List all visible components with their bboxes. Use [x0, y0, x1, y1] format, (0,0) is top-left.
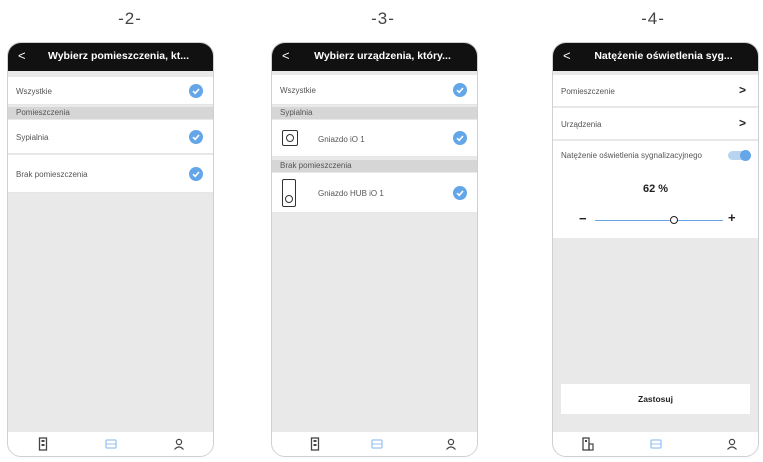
profile-tab-icon[interactable]	[444, 437, 458, 451]
scenes-tab-icon[interactable]	[370, 437, 384, 451]
step-label-2: -2-	[118, 9, 142, 28]
list-item-device-hub[interactable]: Gniazdo HUB iO 1	[272, 173, 477, 213]
list-item-label: Urządzenia	[561, 120, 602, 129]
list-item-label: Sypialnia	[16, 133, 49, 142]
list-item-all[interactable]: Wszystkie	[272, 75, 477, 105]
socket-device-icon	[282, 130, 298, 146]
chevron-right-icon: >	[738, 116, 746, 130]
phone-screen-2: < Wybierz pomieszczenia, kt... Wszystkie…	[7, 42, 214, 457]
scenes-tab-icon[interactable]	[649, 437, 663, 451]
list-item-label: Wszystkie	[280, 86, 316, 95]
check-circle-icon[interactable]	[189, 130, 203, 144]
section-label: Sypialnia	[280, 108, 313, 117]
list-item-no-room[interactable]: Brak pomieszczenia	[8, 155, 213, 193]
back-chevron-icon[interactable]: <	[282, 48, 294, 63]
list-item-label: Gniazdo HUB iO 1	[318, 189, 384, 198]
brightness-value: 62 %	[642, 183, 669, 195]
apply-button[interactable]: Zastosuj	[561, 384, 750, 414]
signal-light-toggle[interactable]	[728, 150, 751, 161]
chevron-right-icon: >	[738, 83, 746, 97]
devices-tab-icon[interactable]	[36, 437, 50, 451]
list-item-label: Brak pomieszczenia	[16, 170, 88, 179]
list-item-room[interactable]: Pomieszczenie >	[553, 75, 758, 107]
check-circle-icon[interactable]	[453, 131, 467, 145]
step-label-4: -4-	[641, 9, 665, 28]
check-circle-icon[interactable]	[453, 83, 467, 97]
tab-bar	[272, 432, 477, 456]
devices-tab-icon[interactable]	[308, 437, 322, 451]
list-item-bedroom[interactable]: Sypialnia	[8, 120, 213, 154]
phone-screen-4: < Natężenie oświetlenia syg... Pomieszcz…	[552, 42, 759, 457]
section-header-rooms: Pomieszczenia	[8, 107, 213, 119]
list-item-all[interactable]: Wszystkie	[8, 77, 213, 105]
profile-tab-icon[interactable]	[725, 437, 739, 451]
check-circle-icon[interactable]	[189, 84, 203, 98]
hub-socket-device-icon	[282, 179, 296, 207]
brightness-slider-track[interactable]	[595, 220, 723, 221]
section-header-bedroom: Sypialnia	[272, 107, 477, 119]
list-item-label: Pomieszczenie	[561, 87, 615, 96]
header-bar: < Wybierz pomieszczenia, kt...	[8, 43, 213, 71]
devices-tab-icon[interactable]	[581, 437, 595, 451]
scenes-tab-icon[interactable]	[104, 437, 118, 451]
list-item-label: Wszystkie	[16, 87, 52, 96]
decrease-button[interactable]: −	[579, 211, 587, 226]
section-label: Pomieszczenia	[16, 108, 70, 117]
page-title: Natężenie oświetlenia syg...	[594, 50, 733, 62]
signal-light-label: Natężenie oświetlenia sygnalizacyjnego	[561, 151, 702, 160]
list-item-label: Gniazdo iO 1	[318, 135, 365, 144]
tab-bar	[553, 432, 758, 456]
tab-bar	[8, 432, 213, 456]
back-chevron-icon[interactable]: <	[18, 48, 30, 63]
list-item-device-socket[interactable]: Gniazdo iO 1	[272, 120, 477, 157]
increase-button[interactable]: +	[728, 210, 736, 225]
step-label-3: -3-	[371, 9, 395, 28]
brightness-panel: Natężenie oświetlenia sygnalizacyjnego 6…	[553, 141, 758, 238]
section-label: Brak pomieszczenia	[280, 161, 352, 170]
page-title: Wybierz urządzenia, który...	[314, 50, 451, 62]
profile-tab-icon[interactable]	[172, 437, 186, 451]
check-circle-icon[interactable]	[189, 167, 203, 181]
header-bar: < Wybierz urządzenia, który...	[272, 43, 477, 71]
back-chevron-icon[interactable]: <	[563, 48, 575, 63]
phone-screen-3: < Wybierz urządzenia, który... Wszystkie…	[271, 42, 478, 457]
header-bar: < Natężenie oświetlenia syg...	[553, 43, 758, 71]
section-header-no-room: Brak pomieszczenia	[272, 160, 477, 172]
list-item-devices[interactable]: Urządzenia >	[553, 108, 758, 140]
brightness-slider-knob[interactable]	[670, 216, 679, 224]
check-circle-icon[interactable]	[453, 186, 467, 200]
page-title: Wybierz pomieszczenia, kt...	[47, 50, 190, 62]
